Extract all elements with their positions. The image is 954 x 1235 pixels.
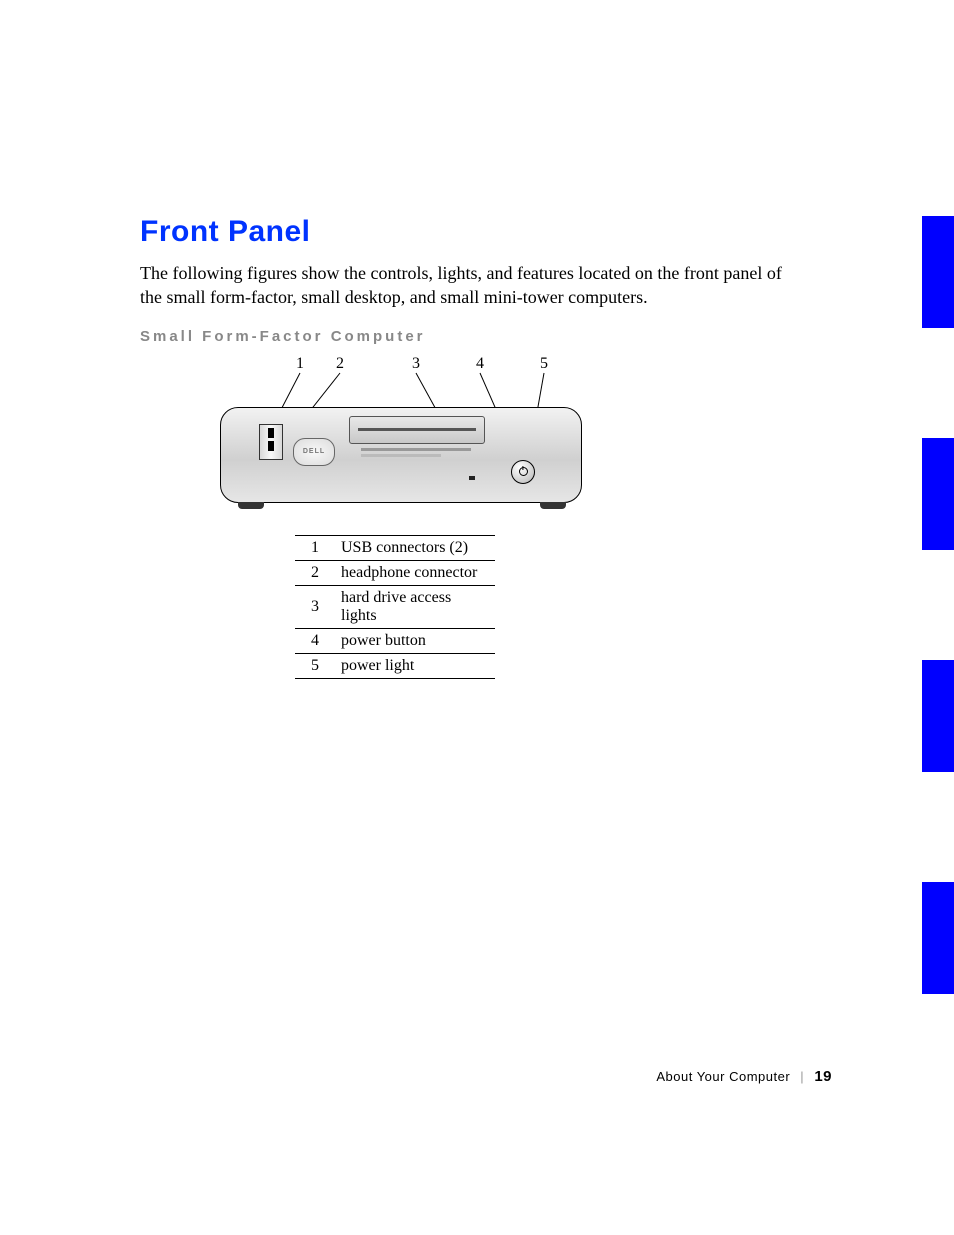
callout-label-1: 1	[296, 355, 304, 373]
footer-section: About Your Computer	[656, 1069, 790, 1084]
table-row: 5power light	[295, 653, 495, 678]
legend-label: USB connectors (2)	[335, 535, 495, 560]
section-heading: Front Panel	[140, 215, 800, 249]
callout-label-3: 3	[412, 355, 420, 373]
figure-subheading: Small Form-Factor Computer	[140, 328, 800, 345]
legend-number: 5	[295, 653, 335, 678]
legend-number: 4	[295, 628, 335, 653]
legend-number: 2	[295, 560, 335, 585]
thumb-tab	[922, 882, 954, 994]
thumb-tab	[922, 660, 954, 772]
legend-number: 1	[295, 535, 335, 560]
page-number: 19	[814, 1068, 832, 1085]
legend-label: power light	[335, 653, 495, 678]
front-panel-diagram: 1 2 3 4 5 DELL	[220, 355, 600, 515]
power-button-icon	[511, 460, 535, 484]
table-row: 4power button	[295, 628, 495, 653]
thumb-tab	[922, 438, 954, 550]
callout-label-4: 4	[476, 355, 484, 373]
legend-table: 1USB connectors (2)2headphone connector3…	[295, 535, 495, 679]
optical-drive-icon	[349, 416, 485, 444]
table-row: 2headphone connector	[295, 560, 495, 585]
legend-label: headphone connector	[335, 560, 495, 585]
chassis-body: DELL	[220, 407, 582, 503]
vent-bars-icon	[361, 448, 471, 457]
chassis-foot	[540, 502, 566, 509]
intro-paragraph: The following figures show the controls,…	[140, 261, 800, 310]
page-footer: About Your Computer | 19	[0, 1068, 954, 1085]
legend-label: hard drive access lights	[335, 585, 495, 628]
usb-ports-icon	[259, 424, 283, 460]
hdd-led-icon	[469, 476, 475, 480]
thumb-tab	[922, 216, 954, 328]
footer-separator: |	[800, 1069, 804, 1084]
table-row: 1USB connectors (2)	[295, 535, 495, 560]
legend-number: 3	[295, 585, 335, 628]
table-row: 3hard drive access lights	[295, 585, 495, 628]
chassis-foot	[238, 502, 264, 509]
brand-badge: DELL	[293, 438, 335, 466]
callout-label-2: 2	[336, 355, 344, 373]
callout-label-5: 5	[540, 355, 548, 373]
legend-label: power button	[335, 628, 495, 653]
